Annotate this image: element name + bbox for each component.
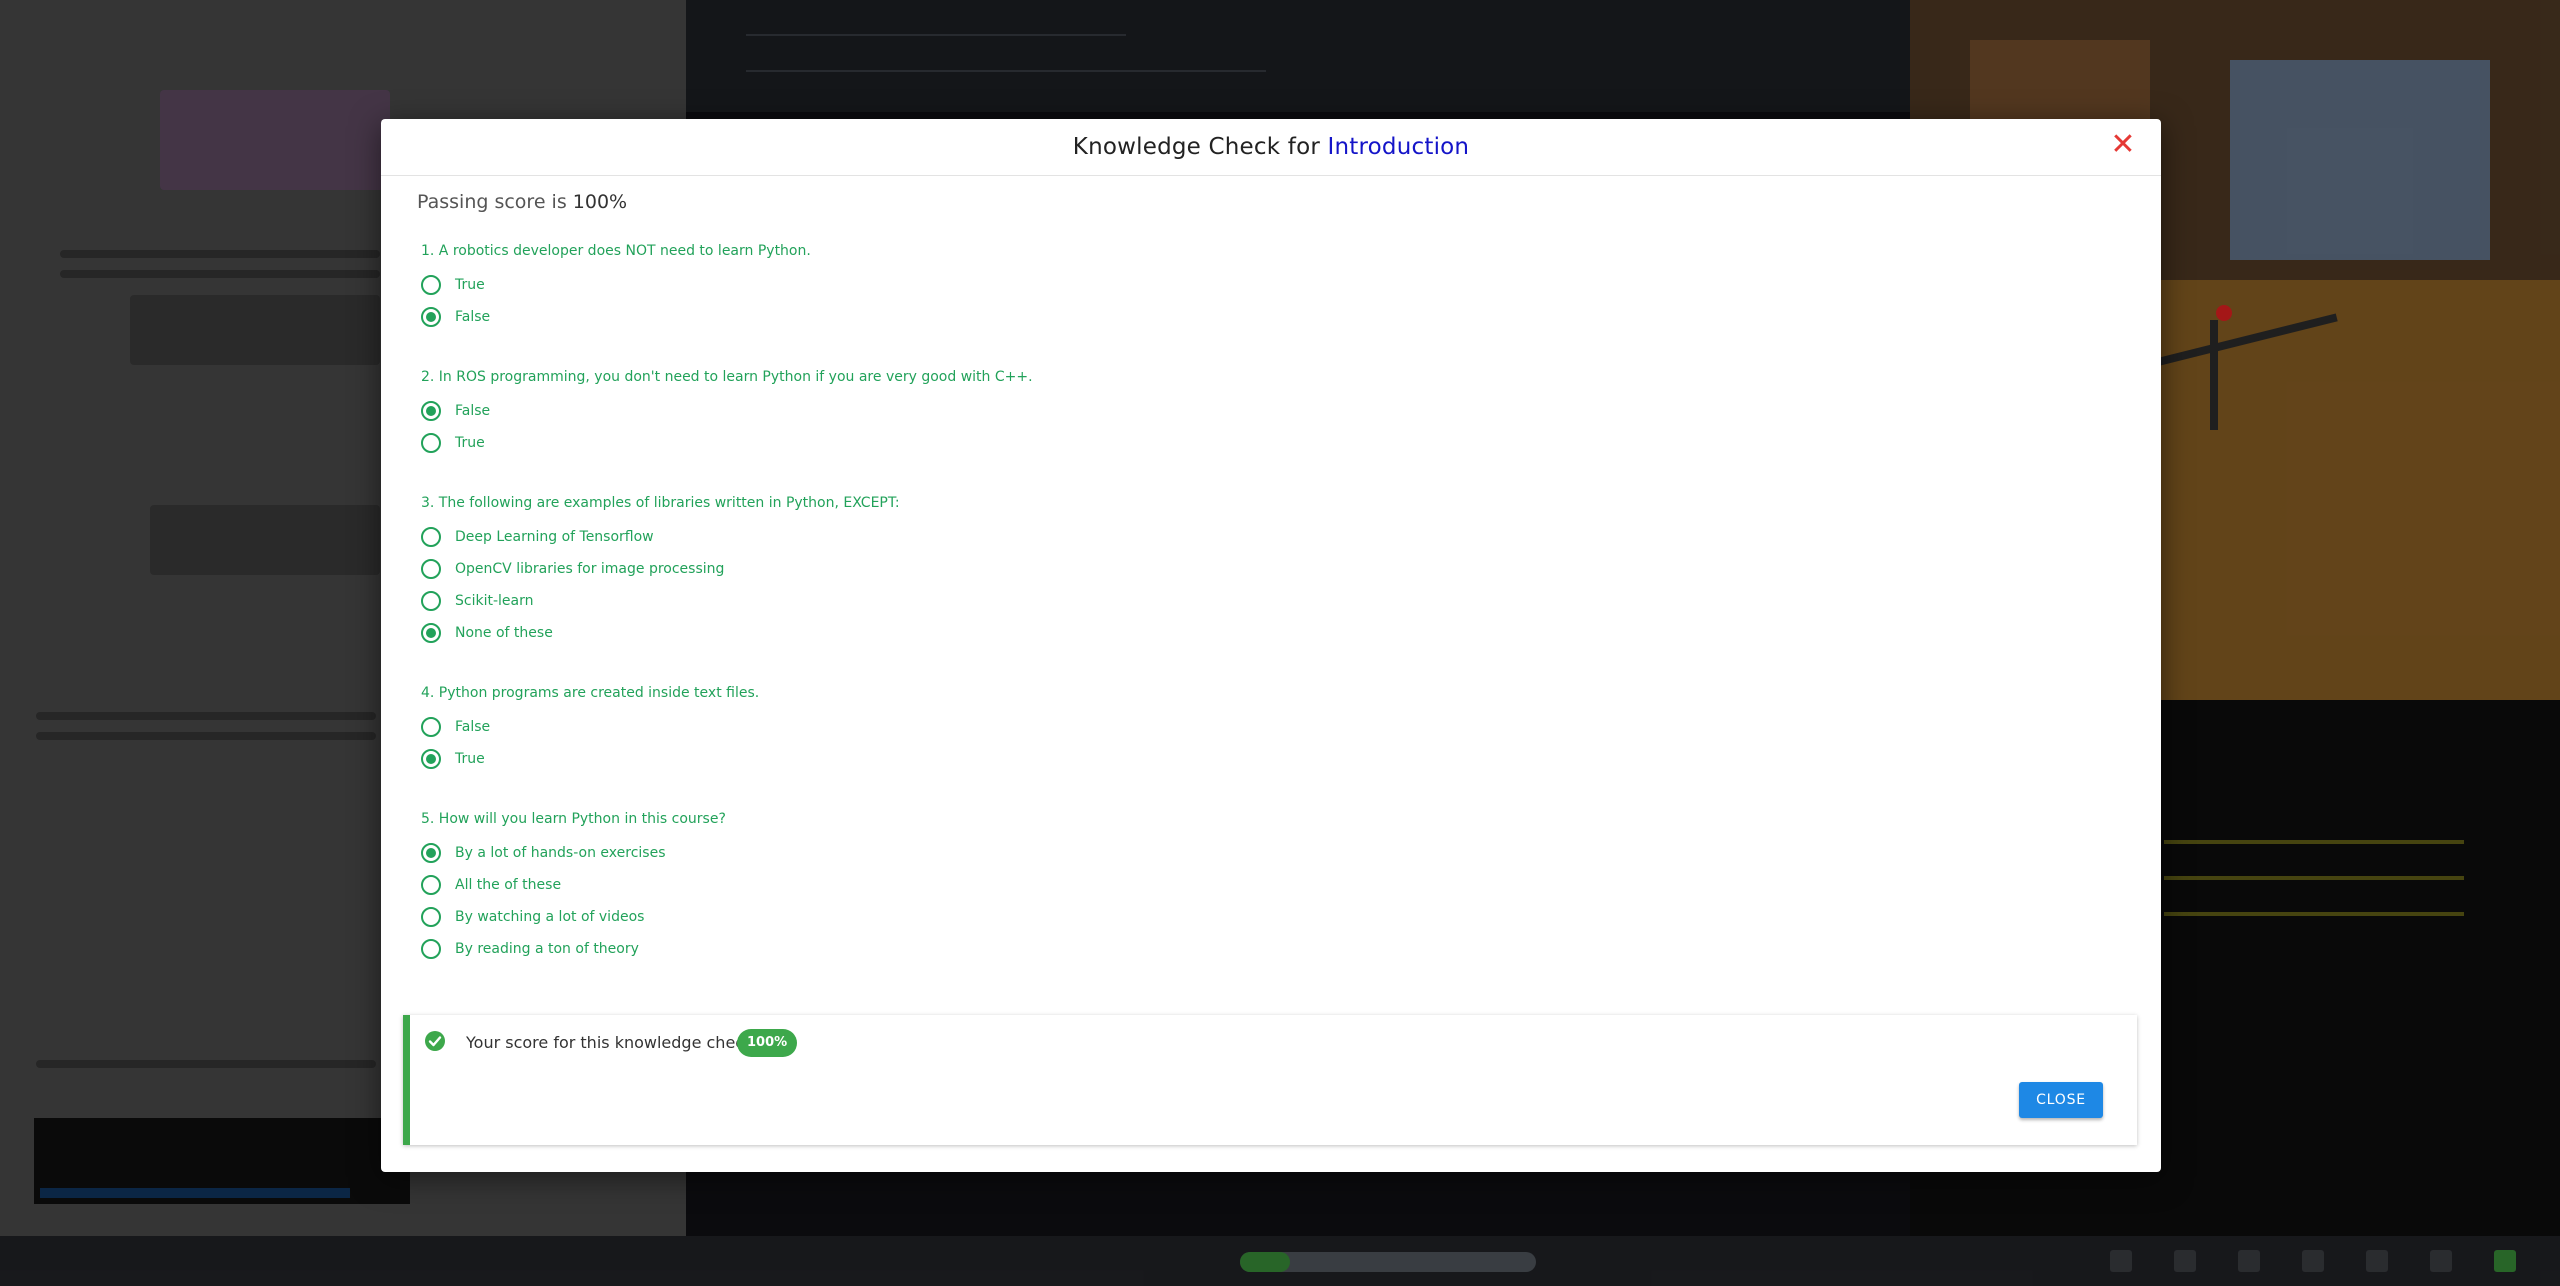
question-text: 5. How will you learn Python in this cou… <box>421 811 726 827</box>
answer-option[interactable]: False <box>417 301 2125 333</box>
question-3: 3. The following are examples of librari… <box>417 495 2125 649</box>
modal-title-topic: Introduction <box>1327 134 1470 160</box>
answer-option[interactable]: False <box>417 395 2125 427</box>
radio-empty-icon[interactable] <box>421 433 441 453</box>
answer-option-label[interactable]: By watching a lot of videos <box>455 909 644 925</box>
knowledge-check-modal: Knowledge Check for Introduction ✕ Passi… <box>381 119 2161 1172</box>
radio-empty-icon[interactable] <box>421 527 441 547</box>
radio-empty-icon[interactable] <box>421 591 441 611</box>
question-text: 3. The following are examples of librari… <box>421 495 900 511</box>
question-list: 1. A robotics developer does NOT need to… <box>417 243 2125 965</box>
answer-option[interactable]: True <box>417 743 2125 775</box>
question-text: 2. In ROS programming, you don't need to… <box>421 369 1033 385</box>
radio-empty-icon[interactable] <box>421 875 441 895</box>
radio-empty-icon[interactable] <box>421 717 441 737</box>
answer-option-label[interactable]: True <box>455 751 485 767</box>
answer-option[interactable]: By a lot of hands-on exercises <box>417 837 2125 869</box>
question-4: 4. Python programs are created inside te… <box>417 685 2125 775</box>
answer-option-label[interactable]: False <box>455 719 490 735</box>
close-button[interactable]: CLOSE <box>2019 1082 2103 1118</box>
answer-option[interactable]: By watching a lot of videos <box>417 901 2125 933</box>
answer-option-label[interactable]: By a lot of hands-on exercises <box>455 845 666 861</box>
score-panel: Your score for this knowledge check: 100… <box>403 1015 2137 1145</box>
score-badge: 100% <box>737 1029 798 1057</box>
radio-selected-icon[interactable] <box>421 401 441 421</box>
answer-option[interactable]: By reading a ton of theory <box>417 933 2125 965</box>
answer-option-label[interactable]: By reading a ton of theory <box>455 941 639 957</box>
answer-option[interactable]: None of these <box>417 617 2125 649</box>
answer-option[interactable]: OpenCV libraries for image processing <box>417 553 2125 585</box>
answer-option-label[interactable]: None of these <box>455 625 553 641</box>
answer-option-label[interactable]: False <box>455 403 490 419</box>
close-icon[interactable]: ✕ <box>2109 130 2137 160</box>
answer-option[interactable]: All the of these <box>417 869 2125 901</box>
modal-title: Knowledge Check for Introduction <box>381 134 2161 160</box>
answer-option-label[interactable]: False <box>455 309 490 325</box>
answer-option-label[interactable]: All the of these <box>455 877 561 893</box>
radio-selected-icon[interactable] <box>421 843 441 863</box>
score-label: Your score for this knowledge check: <box>466 1033 759 1052</box>
modal-header: Knowledge Check for Introduction ✕ <box>381 119 2161 176</box>
question-5: 5. How will you learn Python in this cou… <box>417 811 2125 965</box>
answer-option-label[interactable]: Scikit-learn <box>455 593 533 609</box>
modal-body: Passing score is 100% 1. A robotics deve… <box>417 191 2125 1001</box>
radio-selected-icon[interactable] <box>421 749 441 769</box>
radio-empty-icon[interactable] <box>421 939 441 959</box>
radio-selected-icon[interactable] <box>421 307 441 327</box>
check-circle-icon <box>425 1031 445 1051</box>
answer-option[interactable]: False <box>417 711 2125 743</box>
question-2: 2. In ROS programming, you don't need to… <box>417 369 2125 459</box>
radio-empty-icon[interactable] <box>421 559 441 579</box>
answer-option[interactable]: Deep Learning of Tensorflow <box>417 521 2125 553</box>
radio-empty-icon[interactable] <box>421 907 441 927</box>
radio-empty-icon[interactable] <box>421 275 441 295</box>
radio-selected-icon[interactable] <box>421 623 441 643</box>
question-1: 1. A robotics developer does NOT need to… <box>417 243 2125 333</box>
question-text: 4. Python programs are created inside te… <box>421 685 760 701</box>
answer-option[interactable]: True <box>417 269 2125 301</box>
answer-option-label[interactable]: OpenCV libraries for image processing <box>455 561 724 577</box>
question-text: 1. A robotics developer does NOT need to… <box>421 243 811 259</box>
answer-option-label[interactable]: True <box>455 435 485 451</box>
modal-title-prefix: Knowledge Check for <box>1072 134 1328 160</box>
passing-score: Passing score is 100% <box>417 191 2125 213</box>
answer-option-label[interactable]: True <box>455 277 485 293</box>
passing-score-label: Passing score is <box>417 191 573 213</box>
answer-option-label[interactable]: Deep Learning of Tensorflow <box>455 529 654 545</box>
answer-option[interactable]: Scikit-learn <box>417 585 2125 617</box>
answer-option[interactable]: True <box>417 427 2125 459</box>
passing-score-value: 100% <box>572 191 628 213</box>
